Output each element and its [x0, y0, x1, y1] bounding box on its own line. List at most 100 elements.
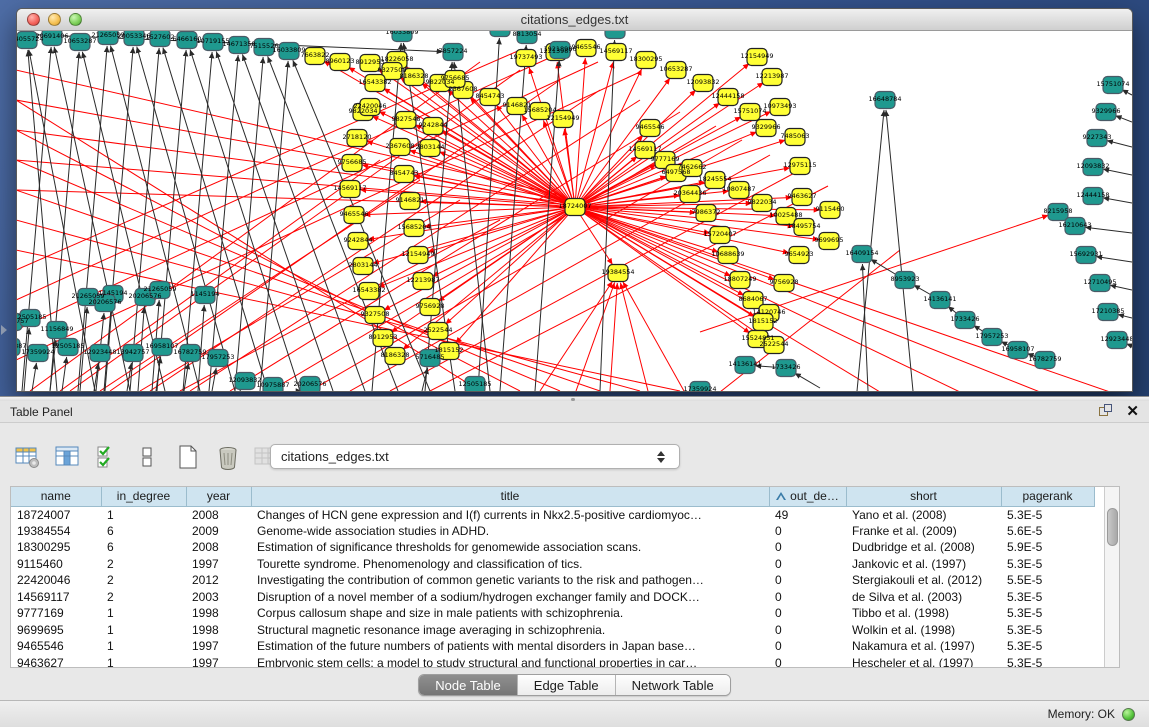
table-cell[interactable]: 5.5E-5: [1001, 572, 1094, 589]
table-cell[interactable]: Corpus callosum shape and size in male p…: [251, 605, 769, 622]
table-cell[interactable]: 2008: [186, 539, 251, 556]
table-cell[interactable]: 5.9E-5: [1001, 539, 1094, 556]
table-row[interactable]: 977716911998Corpus callosum shape and si…: [11, 605, 1094, 622]
table-cell[interactable]: 1997: [186, 638, 251, 655]
table-cell[interactable]: 0: [769, 655, 846, 669]
table-cell[interactable]: Genome-wide association studies in ADHD.: [251, 523, 769, 540]
table-cell[interactable]: Estimation of the future numbers of pati…: [251, 638, 769, 655]
table-cell[interactable]: Dudbridge et al. (2008): [846, 539, 1001, 556]
scrollbar-thumb[interactable]: [1107, 508, 1118, 546]
table-cell[interactable]: 2012: [186, 572, 251, 589]
table-cell[interactable]: 5.3E-5: [1001, 605, 1094, 622]
table-row[interactable]: 2242004622012Investigating the contribut…: [11, 572, 1094, 589]
table-cell[interactable]: Changes of HCN gene expression and I(f) …: [251, 506, 769, 523]
table-cell[interactable]: 9777169: [11, 605, 101, 622]
table-cell[interactable]: 0: [769, 556, 846, 573]
tab-node-table[interactable]: Node Table: [419, 675, 518, 695]
zoom-window-icon[interactable]: [69, 13, 82, 26]
table-cell[interactable]: 9699695: [11, 622, 101, 639]
table-cell[interactable]: 0: [769, 572, 846, 589]
table-cell[interactable]: 1998: [186, 605, 251, 622]
tab-network-table[interactable]: Network Table: [616, 675, 730, 695]
delete-trash-icon[interactable]: [214, 443, 242, 471]
table-cell[interactable]: 0: [769, 638, 846, 655]
table-cell[interactable]: 0: [769, 589, 846, 606]
table-cell[interactable]: 6: [101, 523, 186, 540]
table-cell[interactable]: Tibbo et al. (1998): [846, 605, 1001, 622]
table-cell[interactable]: 9465546: [11, 638, 101, 655]
network-window[interactable]: citations_edges.txt 18724007982203427181…: [16, 8, 1133, 392]
table-cell[interactable]: Nakamura et al. (1997): [846, 638, 1001, 655]
table-select-combo[interactable]: citations_edges.txt: [270, 444, 680, 469]
table-cell[interactable]: 19384554: [11, 523, 101, 540]
table-cell[interactable]: 5.3E-5: [1001, 655, 1094, 669]
table-cell[interactable]: 9115460: [11, 556, 101, 573]
table-cell[interactable]: Hescheler et al. (1997): [846, 655, 1001, 669]
column-header-short[interactable]: short: [846, 487, 1001, 506]
row-height-icon[interactable]: [134, 443, 162, 471]
table-cell[interactable]: 1: [101, 622, 186, 639]
table-cell[interactable]: 9463627: [11, 655, 101, 669]
table-cell[interactable]: 5.3E-5: [1001, 622, 1094, 639]
table-cell[interactable]: 18300295: [11, 539, 101, 556]
graph-node[interactable]: [490, 31, 510, 37]
column-header-name[interactable]: name: [11, 487, 101, 506]
table-cell[interactable]: 22420046: [11, 572, 101, 589]
table-cell[interactable]: 14569117: [11, 589, 101, 606]
float-panel-icon[interactable]: [1099, 404, 1114, 419]
table-cell[interactable]: 2: [101, 589, 186, 606]
tab-edge-table[interactable]: Edge Table: [518, 675, 616, 695]
table-cell[interactable]: 5.3E-5: [1001, 638, 1094, 655]
table-cell[interactable]: Estimation of significance thresholds fo…: [251, 539, 769, 556]
table-cell[interactable]: de Silva et al. (2003): [846, 589, 1001, 606]
table-row[interactable]: 1938455462009Genome-wide association stu…: [11, 523, 1094, 540]
table-cell[interactable]: Structural magnetic resonance image aver…: [251, 622, 769, 639]
panel-collapse-arrow-icon[interactable]: [1, 325, 7, 335]
table-cell[interactable]: 0: [769, 605, 846, 622]
minimize-window-icon[interactable]: [48, 13, 61, 26]
close-panel-icon[interactable]: ✕: [1126, 404, 1139, 419]
table-row[interactable]: 1872400712008Changes of HCN gene express…: [11, 506, 1094, 523]
column-header-out_de[interactable]: out_de…: [769, 487, 846, 506]
show-columns-icon[interactable]: [54, 443, 82, 471]
table-cell[interactable]: 5.6E-5: [1001, 523, 1094, 540]
column-header-title[interactable]: title: [251, 487, 769, 506]
table-cell[interactable]: 1: [101, 605, 186, 622]
table-vertical-scrollbar[interactable]: [1104, 487, 1119, 667]
table-cell[interactable]: 1: [101, 638, 186, 655]
select-rows-icon[interactable]: [94, 443, 122, 471]
table-cell[interactable]: 6: [101, 539, 186, 556]
table-cell[interactable]: 0: [769, 622, 846, 639]
table-cell[interactable]: 1998: [186, 622, 251, 639]
table-cell[interactable]: 1: [101, 506, 186, 523]
table-cell[interactable]: 2003: [186, 589, 251, 606]
table-cell[interactable]: 49: [769, 506, 846, 523]
table-cell[interactable]: 2: [101, 556, 186, 573]
table-cell[interactable]: 0: [769, 523, 846, 540]
table-cell[interactable]: Disruption of a novel member of a sodium…: [251, 589, 769, 606]
table-cell[interactable]: 18724007: [11, 506, 101, 523]
table-cell[interactable]: 1: [101, 655, 186, 669]
close-window-icon[interactable]: [27, 13, 40, 26]
table-cell[interactable]: Wolkin et al. (1998): [846, 622, 1001, 639]
table-row[interactable]: 946554611997Estimation of the future num…: [11, 638, 1094, 655]
table-row[interactable]: 946362711997Embryonic stem cells: a mode…: [11, 655, 1094, 669]
table-row[interactable]: 969969511998Structural magnetic resonanc…: [11, 622, 1094, 639]
table-cell[interactable]: Franke et al. (2009): [846, 523, 1001, 540]
table-cell[interactable]: Embryonic stem cells: a model to study s…: [251, 655, 769, 669]
column-header-in_degree[interactable]: in_degree: [101, 487, 186, 506]
table-cell[interactable]: 5.3E-5: [1001, 556, 1094, 573]
new-table-icon[interactable]: [174, 443, 202, 471]
table-cell[interactable]: Jankovic et al. (1997): [846, 556, 1001, 573]
table-cell[interactable]: 1997: [186, 556, 251, 573]
table-cell[interactable]: 2: [101, 572, 186, 589]
table-cell[interactable]: 1997: [186, 655, 251, 669]
table-cell[interactable]: 5.3E-5: [1001, 506, 1094, 523]
table-cell[interactable]: 0: [769, 539, 846, 556]
table-cell[interactable]: 5.3E-5: [1001, 589, 1094, 606]
column-header-year[interactable]: year: [186, 487, 251, 506]
table-cell[interactable]: 2009: [186, 523, 251, 540]
table-cell[interactable]: Yano et al. (2008): [846, 506, 1001, 523]
table-cell[interactable]: Stergiakouli et al. (2012): [846, 572, 1001, 589]
table-cell[interactable]: Investigating the contribution of common…: [251, 572, 769, 589]
